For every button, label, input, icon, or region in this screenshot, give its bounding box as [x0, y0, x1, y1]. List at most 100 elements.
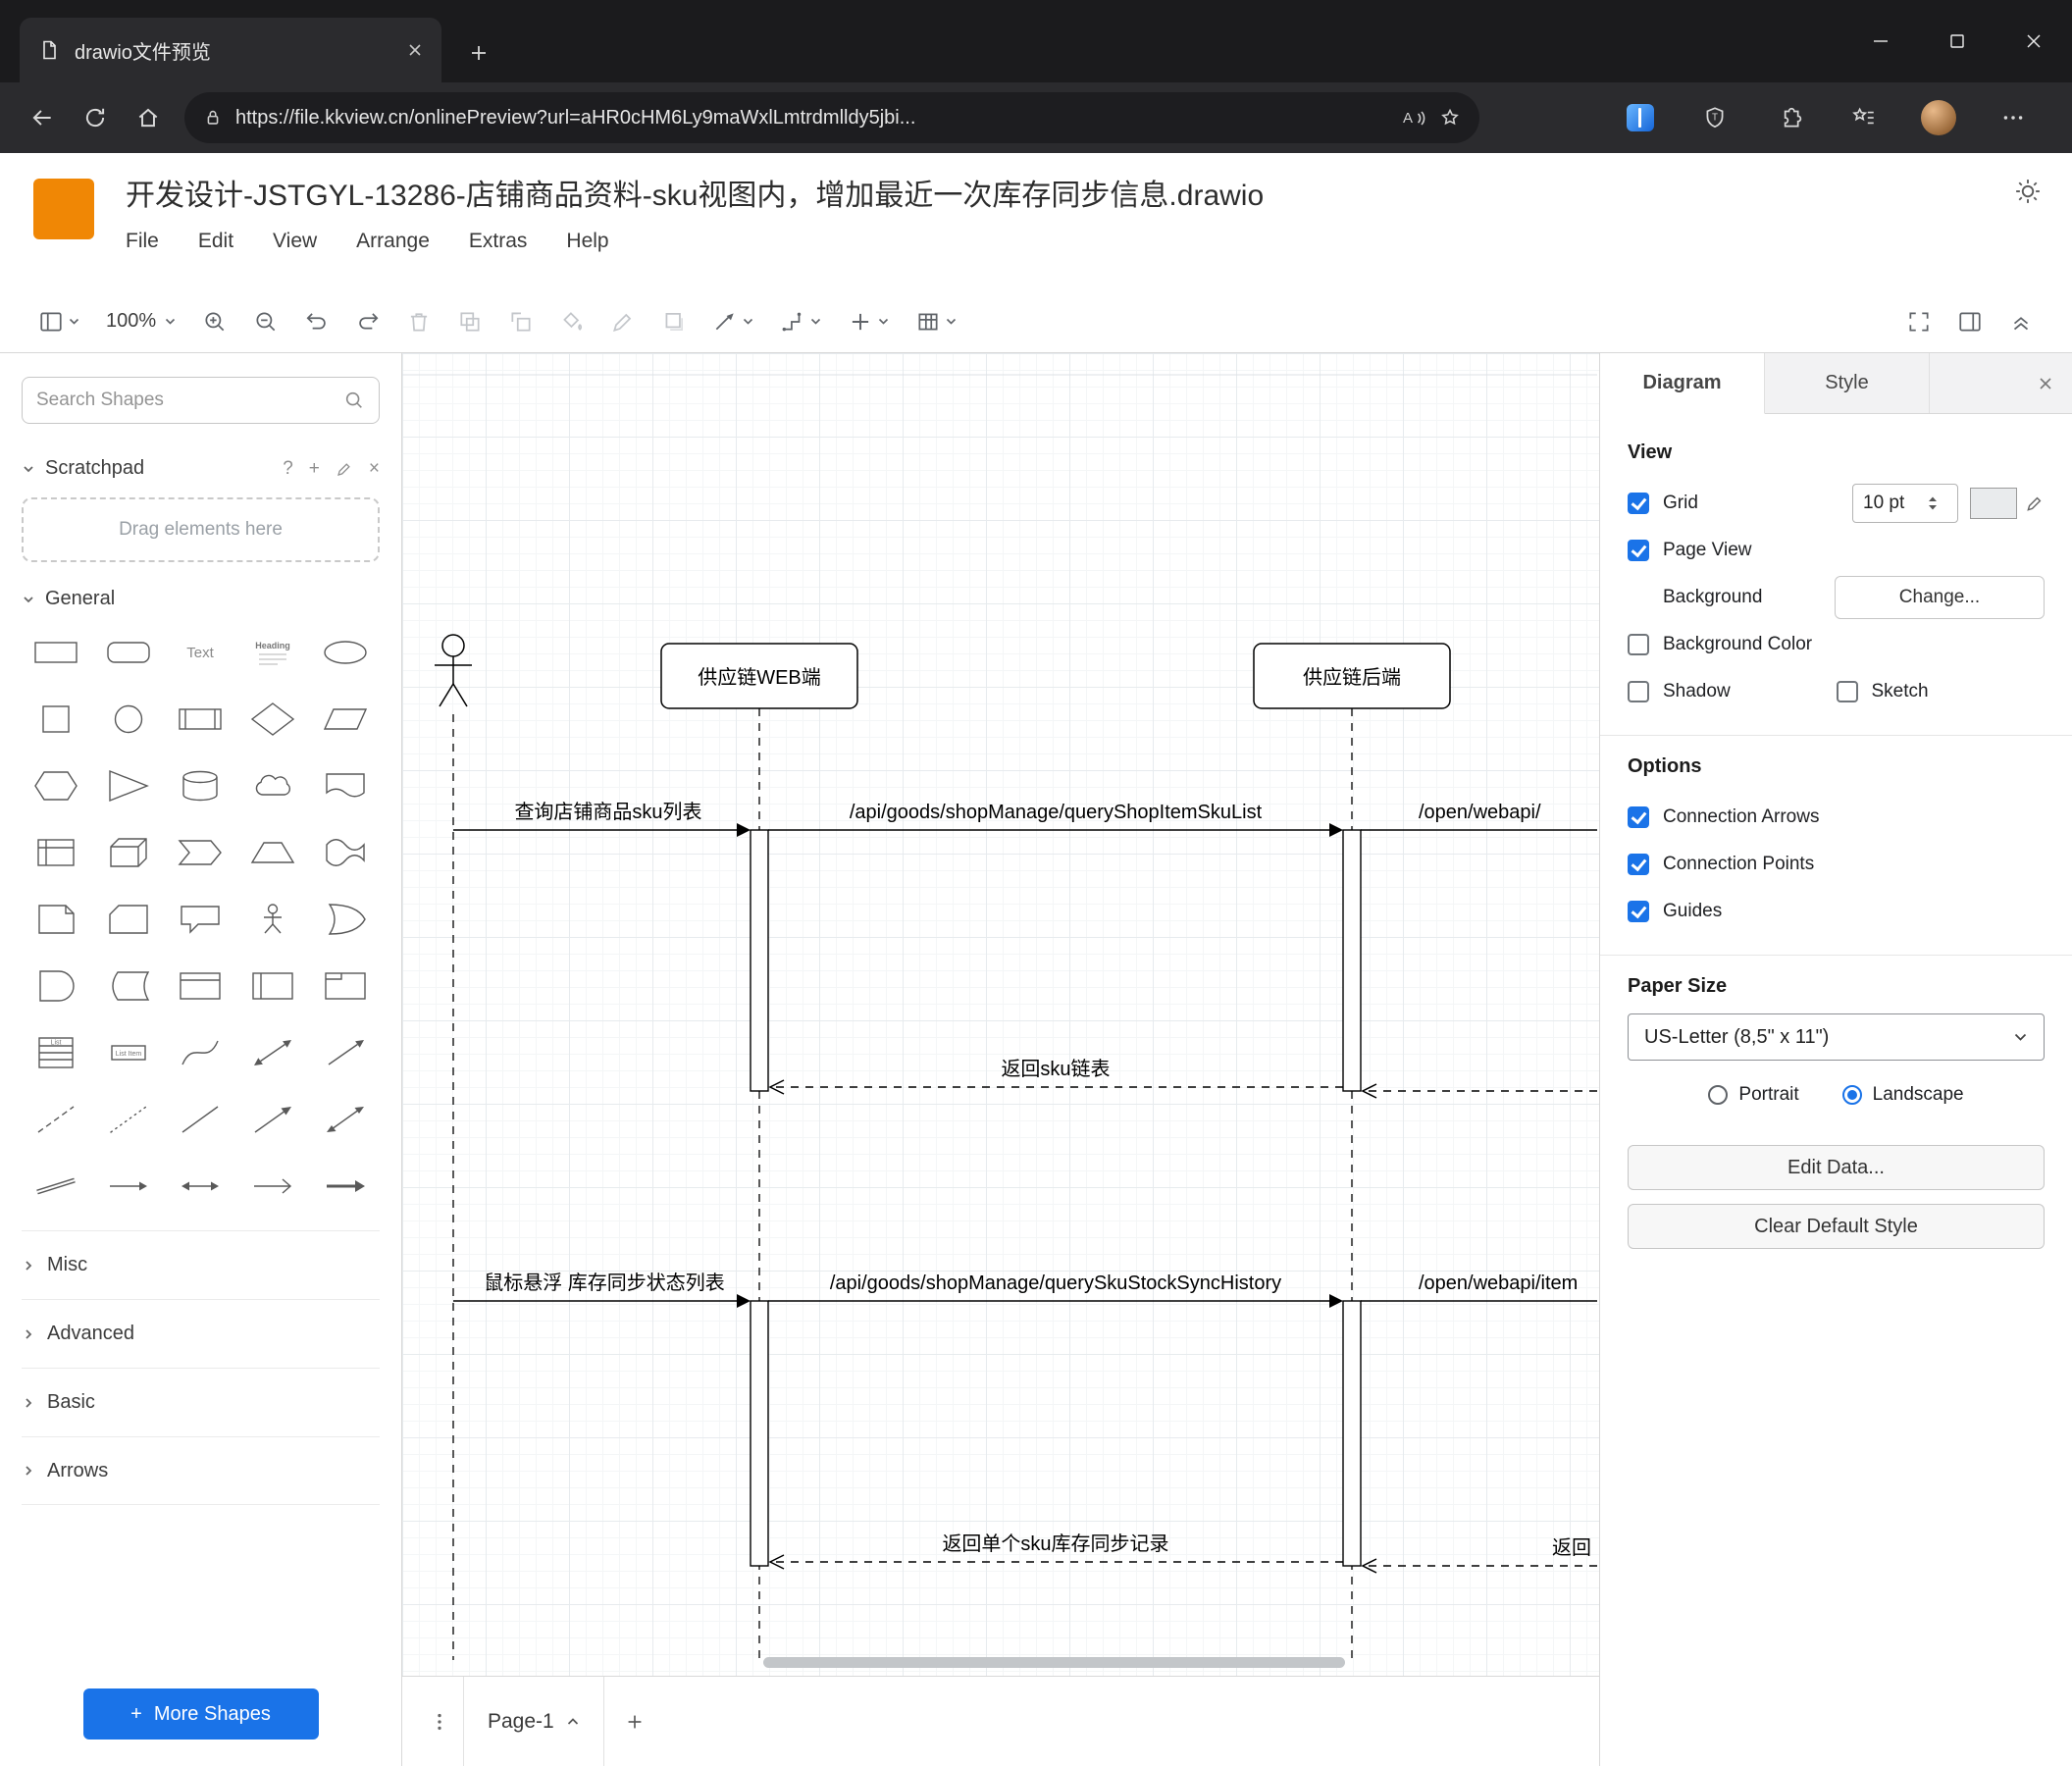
browser-menu-icon[interactable] — [1986, 92, 2041, 143]
shape-curve[interactable] — [167, 1026, 235, 1079]
format-panel-toggle-button[interactable] — [1944, 309, 1995, 335]
shape-step[interactable] — [167, 826, 235, 879]
sidebar-section-arrows[interactable]: Arrows — [22, 1436, 380, 1505]
return-single-sku-sync-record[interactable]: 返回单个sku库存同步记录 — [768, 1532, 1343, 1570]
back-button[interactable] — [16, 92, 69, 143]
sidebar-section-misc[interactable]: Misc — [22, 1230, 380, 1299]
shape-link[interactable] — [22, 1160, 90, 1213]
sidebar-section-basic[interactable]: Basic — [22, 1368, 380, 1436]
shape-bidirectional-connector[interactable] — [311, 1093, 380, 1146]
scratchpad-edit-pencil-icon[interactable] — [336, 460, 353, 478]
line-color-button[interactable] — [597, 290, 648, 352]
participant-backend-lifeline[interactable]: 供应链后端 — [1253, 643, 1451, 709]
horizontal-scrollbar[interactable] — [763, 1657, 1345, 1668]
browser-tab[interactable]: drawio文件预览 — [20, 18, 441, 82]
profile-avatar[interactable] — [1911, 92, 1966, 143]
grid-size-field[interactable] — [1852, 484, 1958, 523]
landscape-option[interactable]: Landscape — [1841, 1084, 1964, 1106]
shape-cylinder[interactable] — [167, 759, 235, 812]
collapse-toolbar-button[interactable] — [1995, 309, 2046, 335]
favorite-star-icon[interactable] — [1438, 106, 1462, 130]
shape-frame[interactable] — [311, 960, 380, 1013]
shape-dotted-line[interactable] — [94, 1093, 163, 1146]
menu-arrange[interactable]: Arrange — [356, 230, 430, 253]
tab-style[interactable]: Style — [1765, 353, 1930, 413]
sidebar-section-advanced[interactable]: Advanced — [22, 1299, 380, 1368]
background-color-checkbox[interactable] — [1628, 634, 1649, 655]
shape-cloud[interactable] — [238, 759, 307, 812]
close-window-button[interactable] — [1995, 0, 2072, 82]
return-sku-list[interactable]: 返回sku链表 — [768, 1058, 1343, 1095]
shape-and[interactable] — [22, 960, 90, 1013]
tab-close-icon[interactable] — [406, 41, 424, 59]
participant-web-lifeline[interactable]: 供应链WEB端 — [660, 643, 858, 709]
shape-text[interactable]: Text — [167, 626, 235, 679]
shape-tape[interactable] — [311, 826, 380, 879]
edit-data-button[interactable]: Edit Data... — [1628, 1145, 2045, 1190]
sketch-checkbox[interactable] — [1836, 681, 1858, 702]
portrait-option[interactable]: Portrait — [1708, 1084, 1799, 1106]
paper-size-select[interactable]: US-Letter (8,5" x 11") — [1628, 1013, 2045, 1061]
message-api-query-shop-item-sku-list[interactable]: /api/goods/shopManage/queryShopItemSkuLi… — [768, 802, 1343, 837]
grid-color-swatch[interactable] — [1970, 488, 2017, 519]
to-front-button[interactable] — [444, 290, 495, 352]
shape-rounded-rectangle[interactable] — [94, 626, 163, 679]
shape-ellipse[interactable] — [311, 626, 380, 679]
shape-data-storage[interactable] — [94, 960, 163, 1013]
shape-square[interactable] — [22, 693, 90, 746]
scratchpad-help-icon[interactable]: ? — [283, 458, 293, 480]
shape-actor[interactable] — [238, 893, 307, 946]
shape-bidirectional-arrow[interactable] — [238, 1026, 307, 1079]
fill-color-button[interactable] — [546, 290, 597, 352]
change-background-button[interactable]: Change... — [1835, 576, 2045, 619]
drawing-canvas[interactable]: 供应链WEB端 供应链后端 查询店铺商品sku列表 /api/goods/sho… — [402, 353, 1599, 1676]
panel-close-icon[interactable] — [2037, 353, 2054, 413]
shape-filled-arrow[interactable] — [311, 1160, 380, 1213]
refresh-button[interactable] — [69, 92, 122, 143]
shape-container[interactable] — [167, 960, 235, 1013]
shape-note[interactable] — [22, 893, 90, 946]
guides-checkbox[interactable] — [1628, 901, 1649, 922]
shape-horizontal-arrow[interactable] — [94, 1160, 163, 1213]
shape-process[interactable] — [167, 693, 235, 746]
connection-style-button[interactable] — [699, 290, 767, 352]
undo-button[interactable] — [291, 290, 342, 352]
shadow-checkbox[interactable] — [1628, 681, 1649, 702]
zoom-in-button[interactable] — [189, 290, 240, 352]
menu-view[interactable]: View — [273, 230, 317, 253]
clear-default-style-button[interactable]: Clear Default Style — [1628, 1204, 2045, 1249]
menu-edit[interactable]: Edit — [198, 230, 233, 253]
shape-arrow[interactable] — [311, 1026, 380, 1079]
shape-circle[interactable] — [94, 693, 163, 746]
shape-document[interactable] — [311, 759, 380, 812]
scratchpad-close-icon[interactable]: × — [369, 458, 380, 480]
extensions-puzzle-icon[interactable] — [1762, 92, 1817, 143]
url-text[interactable]: https://file.kkview.cn/onlinePreview?url… — [235, 107, 1389, 130]
message-api-query-sku-stock-sync-history[interactable]: /api/goods/shopManage/querySkuStockSyncH… — [768, 1273, 1343, 1308]
shape-horizontal-double-arrow[interactable] — [167, 1160, 235, 1213]
menu-help[interactable]: Help — [566, 230, 608, 253]
zoom-out-button[interactable] — [240, 290, 291, 352]
shadow-button[interactable] — [648, 290, 699, 352]
redo-button[interactable] — [342, 290, 393, 352]
add-page-button[interactable] — [624, 1711, 646, 1733]
landscape-radio[interactable] — [1841, 1085, 1862, 1105]
grid-size-input[interactable] — [1863, 493, 1924, 514]
table-button[interactable] — [903, 290, 970, 352]
view-layout-button[interactable] — [26, 290, 93, 352]
shape-open-arrow[interactable] — [238, 1160, 307, 1213]
shape-heading[interactable]: Heading — [238, 626, 307, 679]
read-aloud-icon[interactable]: A — [1401, 106, 1426, 130]
shape-parallelogram[interactable] — [311, 693, 380, 746]
return-to-backend[interactable] — [1361, 1083, 1597, 1099]
scratchpad-add-icon[interactable]: + — [309, 458, 320, 480]
shield-extension-icon[interactable]: T — [1687, 92, 1742, 143]
portrait-radio[interactable] — [1708, 1085, 1729, 1105]
shape-card[interactable] — [94, 893, 163, 946]
page-tab[interactable]: Page-1 — [463, 1677, 604, 1766]
waypoints-style-button[interactable] — [767, 290, 835, 352]
sidebar-section-general[interactable]: General — [22, 562, 380, 626]
return-to-backend-2[interactable]: 返回 — [1361, 1536, 1597, 1574]
page-view-checkbox[interactable] — [1628, 540, 1649, 561]
fullscreen-button[interactable] — [1893, 309, 1944, 335]
